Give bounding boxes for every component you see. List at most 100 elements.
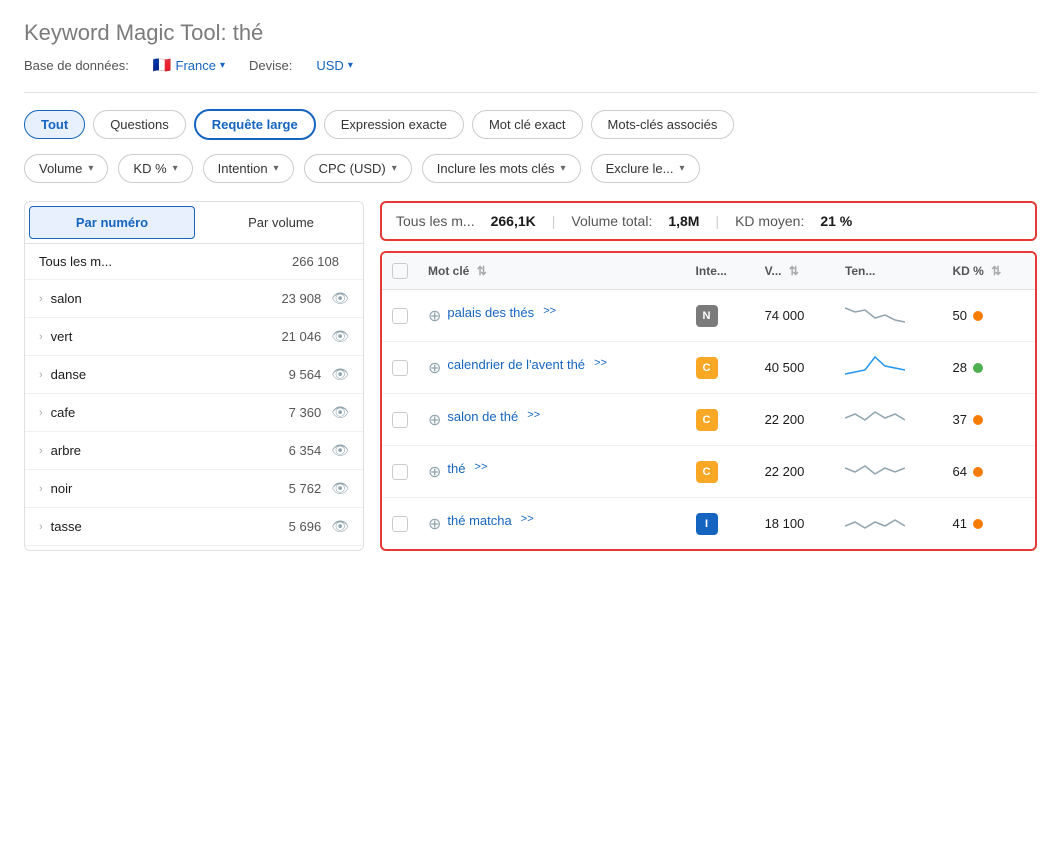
tab-tout[interactable]: Tout: [24, 110, 85, 139]
inclure-filter[interactable]: Inclure les mots clés ▾: [422, 154, 581, 183]
chevron-right-icon: ›: [39, 293, 43, 305]
keyword-link[interactable]: palais des thés: [447, 305, 534, 320]
eye-icon[interactable]: 👁: [331, 442, 349, 459]
kd-indicator: [973, 467, 983, 477]
row-checkbox[interactable]: [392, 464, 408, 480]
main-area: Tous les m... 266,1K | Volume total: 1,8…: [380, 201, 1037, 551]
sort-par-numero-button[interactable]: Par numéro: [29, 206, 195, 239]
kd-value: 64: [953, 464, 967, 479]
keyword-expand-icon[interactable]: >>: [591, 357, 607, 369]
db-country-chevron-icon: ▾: [220, 60, 225, 71]
table-row: ⊕ thé >> C 22 200: [382, 446, 1035, 498]
volume-chevron-icon: ▾: [88, 163, 93, 174]
volume-sort-icon[interactable]: ⇅: [789, 264, 799, 278]
keyword-table: Mot clé ⇅ Inte... V... ⇅ Ten..: [380, 251, 1037, 551]
eye-icon[interactable]: 👁: [331, 290, 349, 307]
tab-expression-exacte[interactable]: Expression exacte: [324, 110, 464, 139]
stats-kd: 21 %: [820, 213, 852, 229]
kd-cell: 41: [953, 516, 1025, 531]
volume-value: 18 100: [765, 516, 805, 531]
chevron-right-icon: ›: [39, 521, 43, 533]
eye-icon[interactable]: 👁: [331, 518, 349, 535]
row-checkbox[interactable]: [392, 516, 408, 532]
keyword-link[interactable]: calendrier de l'avent thé: [447, 357, 585, 372]
tab-mots-cles-associes[interactable]: Mots-clés associés: [591, 110, 735, 139]
keyword-expand-icon[interactable]: >>: [524, 409, 540, 421]
kd-indicator: [973, 519, 983, 529]
exclure-chevron-icon: ▾: [680, 163, 685, 174]
volume-value: 22 200: [765, 464, 805, 479]
kd-cell: 64: [953, 464, 1025, 479]
sidebar-item-noir[interactable]: › noir 5 762 👁: [25, 470, 363, 508]
intention-header: Inte...: [686, 253, 755, 290]
keyword-cell: ⊕ palais des thés >>: [428, 305, 676, 326]
keyword-expand-icon[interactable]: >>: [471, 461, 487, 473]
db-country-selector[interactable]: 🇫🇷 France ▾: [153, 56, 225, 74]
select-all-checkbox[interactable]: [392, 263, 408, 279]
sort-par-volume-button[interactable]: Par volume: [199, 202, 363, 243]
sidebar-item-vert[interactable]: › vert 21 046 👁: [25, 318, 363, 356]
keyword-cell: ⊕ thé matcha >>: [428, 513, 676, 534]
keyword-link[interactable]: salon de thé: [447, 409, 518, 424]
kd-indicator: [973, 311, 983, 321]
kd-sort-icon[interactable]: ⇅: [991, 264, 1001, 278]
eye-icon[interactable]: 👁: [331, 366, 349, 383]
eye-icon[interactable]: 👁: [331, 328, 349, 345]
volume-value: 40 500: [765, 360, 805, 375]
kd-value: 37: [953, 412, 967, 427]
keyword-link[interactable]: thé matcha: [447, 513, 511, 528]
table-header-row: Mot clé ⇅ Inte... V... ⇅ Ten..: [382, 253, 1035, 290]
intent-badge: C: [696, 357, 718, 379]
row-checkbox[interactable]: [392, 360, 408, 376]
tab-mot-cle-exact[interactable]: Mot clé exact: [472, 110, 583, 139]
add-keyword-icon[interactable]: ⊕: [428, 462, 441, 482]
exclure-filter[interactable]: Exclure le... ▾: [591, 154, 700, 183]
volume-value: 74 000: [765, 308, 805, 323]
trend-chart: [845, 352, 905, 380]
chevron-right-icon: ›: [39, 483, 43, 495]
divider: [24, 92, 1037, 93]
sidebar-item-arbre[interactable]: › arbre 6 354 👁: [25, 432, 363, 470]
add-keyword-icon[interactable]: ⊕: [428, 306, 441, 326]
db-label: Base de données:: [24, 58, 129, 73]
table-row: ⊕ salon de thé >> C 22 200: [382, 394, 1035, 446]
kd-value: 41: [953, 516, 967, 531]
cpc-chevron-icon: ▾: [392, 163, 397, 174]
keyword-expand-icon[interactable]: >>: [540, 305, 556, 317]
eye-icon[interactable]: 👁: [331, 404, 349, 421]
add-keyword-icon[interactable]: ⊕: [428, 514, 441, 534]
inclure-chevron-icon: ▾: [561, 163, 566, 174]
devise-label: Devise:: [249, 58, 292, 73]
keyword-cell: ⊕ salon de thé >>: [428, 409, 676, 430]
chevron-right-icon: ›: [39, 331, 43, 343]
volume-filter[interactable]: Volume ▾: [24, 154, 108, 183]
keyword-cell: ⊕ thé >>: [428, 461, 676, 482]
sidebar-item-tasse[interactable]: › tasse 5 696 👁: [25, 508, 363, 546]
mot-cle-sort-icon[interactable]: ⇅: [477, 264, 487, 278]
keyword-link[interactable]: thé: [447, 461, 465, 476]
table-row: ⊕ thé matcha >> I 18 100: [382, 498, 1035, 550]
sidebar-item-cafe[interactable]: › cafe 7 360 👁: [25, 394, 363, 432]
sidebar-item-all[interactable]: Tous les m... 266 108: [25, 244, 363, 280]
sidebar: Par numéro Par volume Tous les m... 266 …: [24, 201, 364, 551]
tab-questions[interactable]: Questions: [93, 110, 186, 139]
sidebar-item-salon[interactable]: › salon 23 908 👁: [25, 280, 363, 318]
eye-icon[interactable]: 👁: [331, 480, 349, 497]
currency-selector[interactable]: USD ▾: [316, 58, 352, 73]
keyword-cell: ⊕ calendrier de l'avent thé >>: [428, 357, 676, 378]
trend-chart: [845, 300, 905, 328]
row-checkbox[interactable]: [392, 308, 408, 324]
tab-requete-large[interactable]: Requête large: [194, 109, 316, 140]
intent-badge: I: [696, 513, 718, 535]
stats-count: 266,1K: [491, 213, 536, 229]
intention-filter[interactable]: Intention ▾: [203, 154, 294, 183]
sidebar-item-danse[interactable]: › danse 9 564 👁: [25, 356, 363, 394]
add-keyword-icon[interactable]: ⊕: [428, 410, 441, 430]
add-keyword-icon[interactable]: ⊕: [428, 358, 441, 378]
row-checkbox[interactable]: [392, 412, 408, 428]
kd-filter[interactable]: KD % ▾: [118, 154, 192, 183]
cpc-filter[interactable]: CPC (USD) ▾: [304, 154, 412, 183]
keyword-expand-icon[interactable]: >>: [518, 513, 534, 525]
select-all-header[interactable]: [382, 253, 418, 290]
trend-chart: [845, 508, 905, 536]
